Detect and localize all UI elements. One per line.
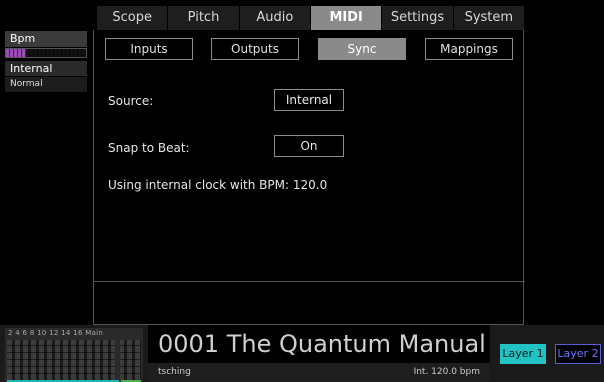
patch-subinfo-bar: tsching Int. 120.0 bpm [148,363,490,382]
bpm-meter-ticks [6,49,86,57]
tab-audio[interactable]: Audio [239,6,311,30]
patch-author: tsching [158,367,191,377]
subtab-sync[interactable]: Sync [318,38,406,60]
tab-settings[interactable]: Settings [382,6,454,30]
patch-info-panel[interactable]: 0001 The Quantum Manual tsching Int. 120… [148,325,490,382]
mixer-grid [7,340,141,380]
source-label: Source: [108,94,154,108]
clock-source-readout: Internal 120.0 [5,61,87,90]
bpm-meter [5,48,87,58]
subtab-inputs[interactable]: Inputs [105,38,193,60]
tab-scope[interactable]: Scope [97,6,169,30]
mixer-main-separator [115,340,120,380]
source-select[interactable]: Internal [274,89,344,111]
mixer-channel-labels: 2 4 6 8 10 12 14 16 Main [8,329,104,337]
bottom-bar: 2 4 6 8 10 12 14 16 Main 0001 The Quantu… [0,325,604,382]
layer-1-button[interactable]: Layer 1 [500,344,546,364]
subtab-outputs[interactable]: Outputs [211,38,299,60]
tab-system[interactable]: System [453,6,524,30]
patch-title: 0001 The Quantum Manual [158,330,486,358]
sync-status-text: Using internal clock with BPM: 120.0 [108,178,328,192]
bpm-label: Bpm [5,31,87,47]
clock-mode-readout: Normal [5,77,87,92]
tab-pitch[interactable]: Pitch [168,6,240,30]
layer-2-button[interactable]: Layer 2 [555,344,601,364]
snap-to-beat-label: Snap to Beat: [108,141,190,155]
sub-tab-bar: Inputs Outputs Sync Mappings [105,38,513,60]
snap-to-beat-toggle[interactable]: On [274,135,344,157]
mixer-level-meters[interactable]: 2 4 6 8 10 12 14 16 Main [5,328,143,382]
top-tab-bar: Scope Pitch Audio MIDI Settings System [97,6,524,30]
midi-sync-panel: Inputs Outputs Sync Mappings Source: Int… [93,30,525,325]
left-panel: Bpm Internal 120.0 Normal [0,0,93,325]
patch-tempo: Int. 120.0 bpm [413,367,480,377]
panel-divider [94,281,525,282]
tab-midi[interactable]: MIDI [310,6,383,30]
subtab-mappings[interactable]: Mappings [425,38,513,60]
